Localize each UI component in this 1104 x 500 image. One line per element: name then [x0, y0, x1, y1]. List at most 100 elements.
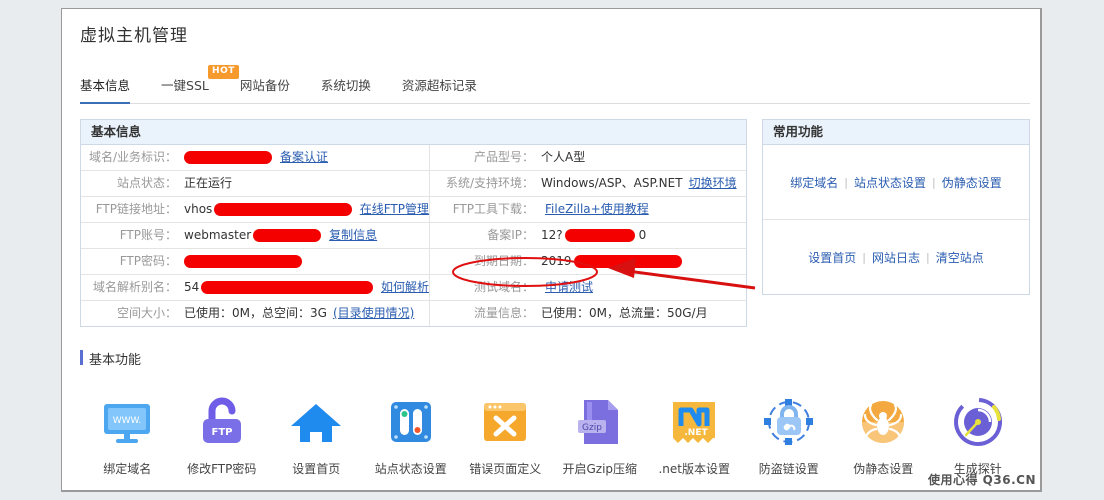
svg-text:FTP: FTP	[211, 427, 232, 438]
tab-bar: 基本信息 一键SSL HOT 网站备份 系统切换 资源超标记录	[80, 65, 1030, 104]
info-value: 2019	[541, 254, 572, 268]
info-link[interactable]: 申请测试	[539, 275, 593, 300]
watermark: 使用心得 Q36.CN	[928, 473, 1036, 487]
function-item-5[interactable]: Gzip 开启Gzip压缩	[553, 394, 648, 477]
info-row: 域名解析别名： 54 如何解析 测试域名： 申请测试	[81, 275, 746, 301]
function-item-label: 设置首页	[292, 462, 341, 476]
info-link[interactable]: 在线FTP管理	[354, 197, 429, 222]
common-functions-panel: 常用功能 绑定域名 | 站点状态设置 | 伪静态设置 设置首页 | 网站日志 | 清空站点	[762, 119, 1030, 295]
function-item-4[interactable]: 错误页面定义	[458, 394, 553, 477]
redaction-bar	[184, 255, 302, 268]
dotnet-icon: .NET	[666, 394, 722, 450]
function-item-label: 防盗链设置	[758, 462, 819, 476]
info-row: 空间大小： 已使用：0M，总空间：3G (目录使用情况) 流量信息： 已使用：0M，总流…	[81, 301, 746, 326]
function-item-3[interactable]: 站点状态设置	[364, 394, 459, 477]
info-value: 个人A型	[541, 150, 586, 164]
common-functions-group: 绑定域名 | 站点状态设置 | 伪静态设置	[763, 145, 1029, 220]
info-link[interactable]: FileZilla+使用教程	[539, 197, 649, 222]
svg-text:Gzip: Gzip	[582, 423, 602, 433]
info-cell-right: FTP工具下载： FileZilla+使用教程	[430, 197, 746, 222]
function-item-8[interactable]: 伪静态设置	[836, 394, 931, 477]
function-item-7[interactable]: 防盗链设置	[742, 394, 837, 477]
virtual-host-management-card: 虚拟主机管理 基本信息 一键SSL HOT 网站备份 系统切换 资源超标记录 基本信息 域…	[61, 8, 1042, 492]
tab-1[interactable]: 一键SSL HOT	[161, 65, 239, 102]
basic-info-panel: 基本信息 域名/业务标识： 备案认证 产品型号： 个人A型 站点状态： 正在运行 系统/支持…	[80, 119, 747, 327]
info-label: 系统/支持环境：	[445, 176, 534, 190]
tab-label: 一键SSL	[161, 78, 209, 93]
info-label: 测试域名：	[473, 280, 534, 294]
info-label: 域名/业务标识：	[88, 150, 177, 164]
function-item-9[interactable]: 生成探针	[931, 394, 1026, 477]
function-item-label: 开启Gzip压缩	[562, 462, 638, 476]
info-value: 54	[184, 280, 200, 294]
spider-icon	[855, 394, 911, 450]
info-label: 产品型号：	[473, 150, 534, 164]
info-label: 域名解析别名：	[92, 280, 177, 294]
home-icon	[288, 394, 344, 450]
info-label: FTP密码：	[119, 254, 177, 268]
info-label: FTP链接地址：	[95, 202, 177, 216]
info-value: 正在运行	[184, 176, 233, 190]
info-row: FTP账号： webmaster 复制信息 备案IP： 12? 0	[81, 223, 746, 249]
common-function-link[interactable]: 伪静态设置	[936, 174, 1008, 191]
function-item-label: 绑定域名	[103, 462, 152, 476]
info-label: FTP账号：	[119, 228, 177, 242]
info-cell-right: 到期日期： 2019	[430, 249, 746, 274]
info-cell-right: 测试域名： 申请测试	[430, 275, 746, 300]
tab-label: 基本信息	[80, 78, 131, 93]
redaction-bar	[253, 229, 322, 242]
info-cell-left: FTP链接地址： vhos 在线FTP管理	[81, 197, 430, 222]
info-cell-left: 站点状态： 正在运行	[81, 171, 430, 196]
info-link[interactable]: (目录使用情况)	[327, 301, 414, 326]
info-link[interactable]: 切换环境	[683, 171, 737, 196]
info-cell-left: 域名解析别名： 54 如何解析	[81, 275, 430, 300]
info-cell-right: 系统/支持环境： Windows/ASP、ASP.NET 切换环境	[430, 171, 746, 196]
common-function-link[interactable]: 网站日志	[866, 249, 926, 266]
info-link[interactable]: 备案认证	[274, 145, 328, 170]
svg-text:.NET: .NET	[685, 428, 709, 438]
info-link[interactable]: 复制信息	[323, 223, 377, 248]
tab-label: 网站备份	[239, 78, 290, 93]
page-title: 虚拟主机管理	[80, 26, 188, 46]
common-function-link[interactable]: 绑定域名	[784, 174, 844, 191]
gzip-file-icon: Gzip	[572, 394, 628, 450]
function-item-label: 站点状态设置	[374, 462, 447, 476]
info-label: 空间大小：	[116, 306, 177, 320]
info-row: FTP密码： 到期日期： 2019	[81, 249, 746, 275]
tab-label: 资源超标记录	[401, 78, 477, 93]
tab-3[interactable]: 系统切换	[321, 75, 371, 102]
function-item-label: 伪静态设置	[853, 462, 914, 476]
info-cell-left: FTP账号： webmaster 复制信息	[81, 223, 430, 248]
info-cell-right: 备案IP： 12? 0	[430, 223, 746, 248]
info-label: 到期日期：	[473, 254, 534, 268]
common-function-link[interactable]: 站点状态设置	[848, 174, 932, 191]
tab-4[interactable]: 资源超标记录	[402, 75, 477, 102]
function-item-2[interactable]: 设置首页	[269, 394, 364, 477]
redaction-bar	[201, 281, 373, 294]
toggle-switch-icon	[383, 394, 439, 450]
common-functions-panel-header: 常用功能	[763, 120, 1029, 145]
function-item-0[interactable]: WWW. 绑定域名	[80, 394, 175, 477]
function-item-6[interactable]: .NET .net版本设置	[647, 394, 742, 477]
function-item-label: .net版本设置	[658, 462, 730, 476]
common-function-link[interactable]: 设置首页	[802, 249, 862, 266]
info-label: 站点状态：	[116, 176, 177, 190]
info-value: 已使用：0M，总空间：3G	[184, 306, 327, 320]
function-item-1[interactable]: FTP 修改FTP密码	[175, 394, 270, 477]
redaction-bar	[573, 255, 682, 268]
hot-badge: HOT	[208, 65, 239, 79]
info-cell-right: 产品型号： 个人A型	[430, 145, 746, 170]
info-cell-right: 流量信息： 已使用：0M，总流量：50G/月	[430, 301, 746, 326]
info-value: 已使用：0M，总流量：50G/月	[541, 306, 708, 320]
info-value-tail: 0	[638, 228, 647, 242]
basic-info-rows: 域名/业务标识： 备案认证 产品型号： 个人A型站点状态： 正在运行 系统/支持环境： Wi…	[81, 145, 746, 326]
common-function-link[interactable]: 清空站点	[930, 249, 990, 266]
common-functions-groups: 绑定域名 | 站点状态设置 | 伪静态设置 设置首页 | 网站日志 | 清空站点	[763, 145, 1029, 294]
function-item-label: 修改FTP密码	[187, 462, 257, 476]
tab-0[interactable]: 基本信息	[80, 75, 131, 104]
info-label: 备案IP：	[487, 228, 534, 242]
tab-2[interactable]: 网站备份	[240, 75, 290, 102]
info-value: webmaster	[184, 228, 252, 242]
info-cell-left: 空间大小： 已使用：0M，总空间：3G (目录使用情况)	[81, 301, 430, 326]
info-link[interactable]: 如何解析	[375, 275, 429, 300]
